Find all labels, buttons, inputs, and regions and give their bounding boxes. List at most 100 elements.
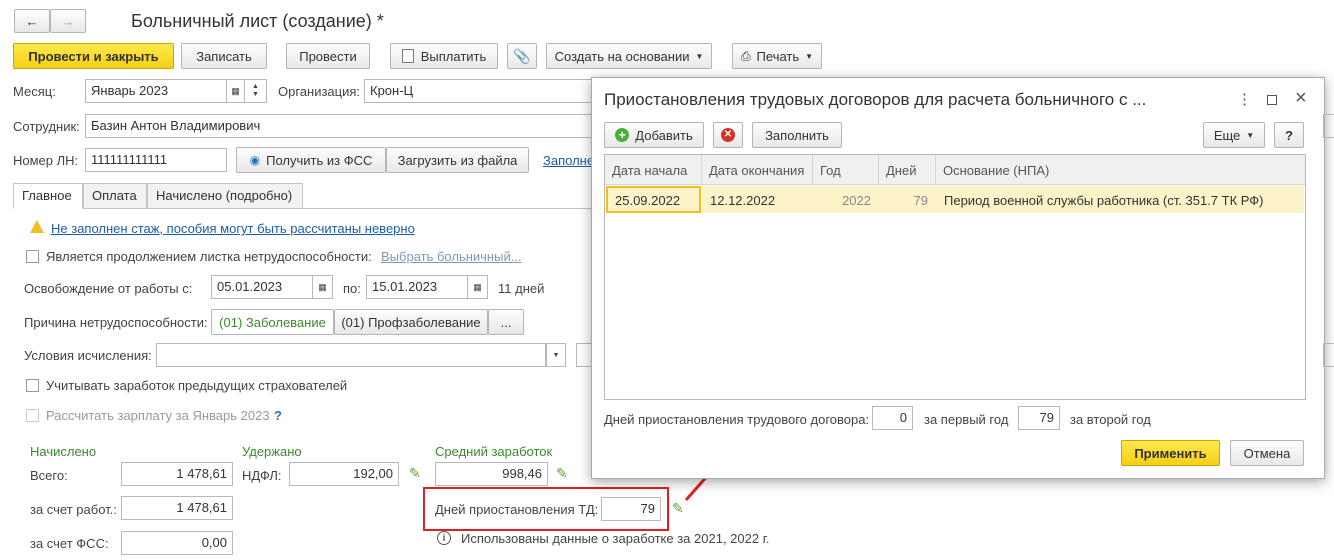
- calc-salary-checkbox[interactable]: [26, 409, 39, 422]
- month-input[interactable]: Январь 2023: [85, 79, 227, 103]
- cell-year[interactable]: 2022: [813, 186, 879, 213]
- plus-icon: +: [615, 128, 630, 142]
- dialog-help-button[interactable]: ?: [1274, 122, 1304, 148]
- suspension-days-value: 79: [601, 497, 661, 521]
- column-header-year[interactable]: Год: [813, 155, 879, 185]
- days-count: 11 дней: [498, 281, 545, 296]
- prev-insurers-checkbox[interactable]: [26, 379, 39, 392]
- right-edge-field: [1323, 114, 1334, 138]
- fss-label: за счет ФСС:: [30, 536, 109, 551]
- column-header-end[interactable]: Дата окончания: [702, 155, 813, 185]
- add-button[interactable]: + Добавить: [604, 122, 704, 148]
- apply-button[interactable]: Применить: [1121, 440, 1220, 466]
- total-value: 1 478,61: [121, 462, 233, 486]
- continuation-checkbox[interactable]: [26, 250, 39, 263]
- prev-insurers-label: Учитывать заработок предыдущих страховат…: [46, 378, 348, 393]
- cell-basis[interactable]: Период военной службы работника (ст. 351…: [936, 186, 1304, 213]
- spin-up-icon: ▲: [252, 83, 259, 90]
- column-header-basis[interactable]: Основание (НПА): [936, 155, 1305, 185]
- help-link[interactable]: ?: [274, 408, 282, 423]
- maximize-icon[interactable]: [1267, 95, 1277, 105]
- create-based-button[interactable]: Создать на основании ▼: [546, 43, 712, 69]
- sick-number-label: Номер ЛН:: [13, 153, 79, 168]
- ndfl-value: 192,00: [289, 462, 399, 486]
- post-button[interactable]: Провести: [286, 43, 370, 69]
- cell-days[interactable]: 79: [879, 186, 936, 213]
- earnings-info-text: Использованы данные о заработке за 2021,…: [461, 531, 770, 546]
- cancel-button[interactable]: Отмена: [1230, 440, 1304, 466]
- calendar-icon: ▦: [473, 281, 482, 292]
- withheld-title: Удержано: [242, 444, 302, 459]
- warning-icon: [30, 220, 44, 233]
- print-button[interactable]: ⎙ Печать ▼: [732, 43, 822, 69]
- attach-button[interactable]: 📎: [507, 43, 537, 69]
- release-to-calendar-button[interactable]: ▦: [468, 275, 488, 299]
- column-header-start[interactable]: Дата начала: [605, 155, 702, 185]
- load-from-file-button[interactable]: Загрузить из файла: [386, 147, 529, 173]
- cell-end[interactable]: 12.12.2022: [702, 186, 813, 213]
- reason-disease-button[interactable]: (01) Заболевание: [211, 309, 334, 335]
- save-button[interactable]: Записать: [181, 43, 267, 69]
- add-label: Добавить: [635, 127, 693, 143]
- back-button[interactable]: ←: [14, 9, 50, 33]
- continuation-label: Является продолжением листка нетрудоспос…: [46, 249, 372, 264]
- suspension-footer-label: Дней приостановления трудового договора:: [604, 412, 870, 427]
- reason-label: Причина нетрудоспособности:: [24, 315, 208, 330]
- calc-conditions-input[interactable]: [156, 343, 546, 367]
- column-header-days[interactable]: Дней: [879, 155, 936, 185]
- fss-icon: ◉: [249, 153, 261, 167]
- second-year-input[interactable]: 79: [1018, 406, 1060, 430]
- delete-button[interactable]: ✕: [713, 122, 743, 148]
- get-from-fss-button[interactable]: ◉ Получить из ФСС: [236, 147, 386, 173]
- release-to-input[interactable]: 15.01.2023: [366, 275, 468, 299]
- get-from-fss-label: Получить из ФСС: [266, 152, 373, 168]
- dialog-menu-icon[interactable]: ⋮: [1237, 90, 1252, 108]
- fill-link[interactable]: Заполне: [543, 153, 594, 168]
- ndfl-label: НДФЛ:: [242, 468, 282, 483]
- accrued-title: Начислено: [30, 444, 97, 459]
- pay-label: Выплатить: [420, 48, 487, 64]
- pay-button[interactable]: Выплатить: [390, 43, 498, 69]
- avg-edit-pencil-icon[interactable]: ✎: [556, 465, 568, 482]
- calendar-icon: ▦: [318, 281, 327, 292]
- first-year-input[interactable]: 0: [872, 406, 913, 430]
- release-to-label: по:: [343, 281, 361, 296]
- calendar-icon: ▦: [231, 85, 240, 96]
- release-from-input[interactable]: 05.01.2023: [211, 275, 313, 299]
- print-label: Печать: [756, 48, 800, 64]
- close-icon[interactable]: ×: [1295, 87, 1307, 110]
- reason-occupational-button[interactable]: (01) Профзаболевание: [334, 309, 488, 335]
- calc-salary-label: Рассчитать зарплату за Январь 2023: [46, 408, 270, 423]
- choose-sick-link[interactable]: Выбрать больничный...: [381, 249, 522, 264]
- reason-more-button[interactable]: ...: [488, 309, 524, 335]
- right-edge-field: [1323, 343, 1334, 367]
- release-from-calendar-button[interactable]: ▦: [313, 275, 333, 299]
- suspension-days-label: Дней приостановления ТД:: [435, 502, 599, 517]
- more-label: Еще: [1213, 127, 1241, 143]
- calc-conditions-dropdown[interactable]: ▼: [546, 343, 566, 367]
- month-spin-button[interactable]: ▲ ▼: [245, 79, 267, 103]
- dialog-title: Приостановления трудовых договоров для р…: [604, 90, 1147, 109]
- employee-label: Сотрудник:: [13, 119, 80, 134]
- tab-payment[interactable]: Оплата: [83, 183, 147, 209]
- tab-accrued-detailed[interactable]: Начислено (подробно): [147, 183, 303, 209]
- sick-number-input[interactable]: 111111111111: [85, 148, 227, 172]
- employee-input[interactable]: Базин Антон Владимирович: [85, 114, 592, 138]
- organization-input[interactable]: Крон-Ц: [364, 79, 592, 103]
- tab-main[interactable]: Главное: [13, 183, 83, 209]
- cell-start[interactable]: 25.09.2022: [606, 186, 701, 213]
- more-button[interactable]: Еще ▼: [1203, 122, 1265, 148]
- document-icon: [401, 49, 414, 63]
- month-label: Месяц:: [13, 84, 56, 99]
- calendar-button[interactable]: ▦: [227, 79, 245, 103]
- forward-button[interactable]: →: [50, 9, 86, 33]
- avg-earnings-title: Средний заработок: [435, 444, 553, 459]
- experience-warning-link[interactable]: Не заполнен стаж, пособия могут быть рас…: [51, 221, 415, 236]
- page-title: Больничный лист (создание) *: [131, 11, 384, 31]
- fill-button[interactable]: Заполнить: [752, 122, 842, 148]
- organization-label: Организация:: [278, 84, 361, 99]
- release-from-label: Освобождение от работы с:: [24, 281, 193, 296]
- ndfl-edit-pencil-icon[interactable]: ✎: [409, 465, 421, 482]
- arrow-right-icon: →: [61, 13, 75, 29]
- post-and-close-button[interactable]: Провести и закрыть: [13, 43, 174, 69]
